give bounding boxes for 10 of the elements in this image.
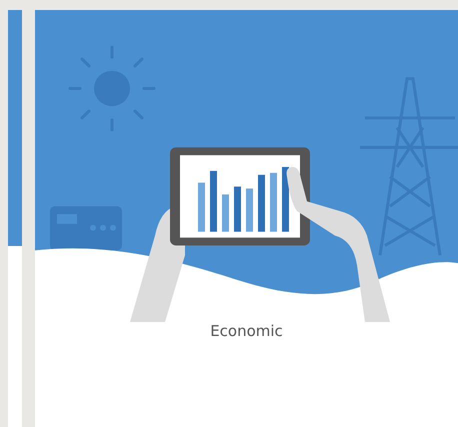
chart-bar: [258, 174, 265, 232]
chart-bar: [246, 188, 253, 232]
chart-bar: [270, 172, 277, 232]
chart-bar: [222, 194, 229, 232]
chart-bar: [198, 182, 205, 232]
chart-bar: [210, 170, 217, 232]
chart-bar: [282, 166, 289, 232]
radio-drawing: [50, 206, 122, 250]
chart-bar: [234, 186, 241, 232]
card-title: Economic: [209, 322, 284, 340]
